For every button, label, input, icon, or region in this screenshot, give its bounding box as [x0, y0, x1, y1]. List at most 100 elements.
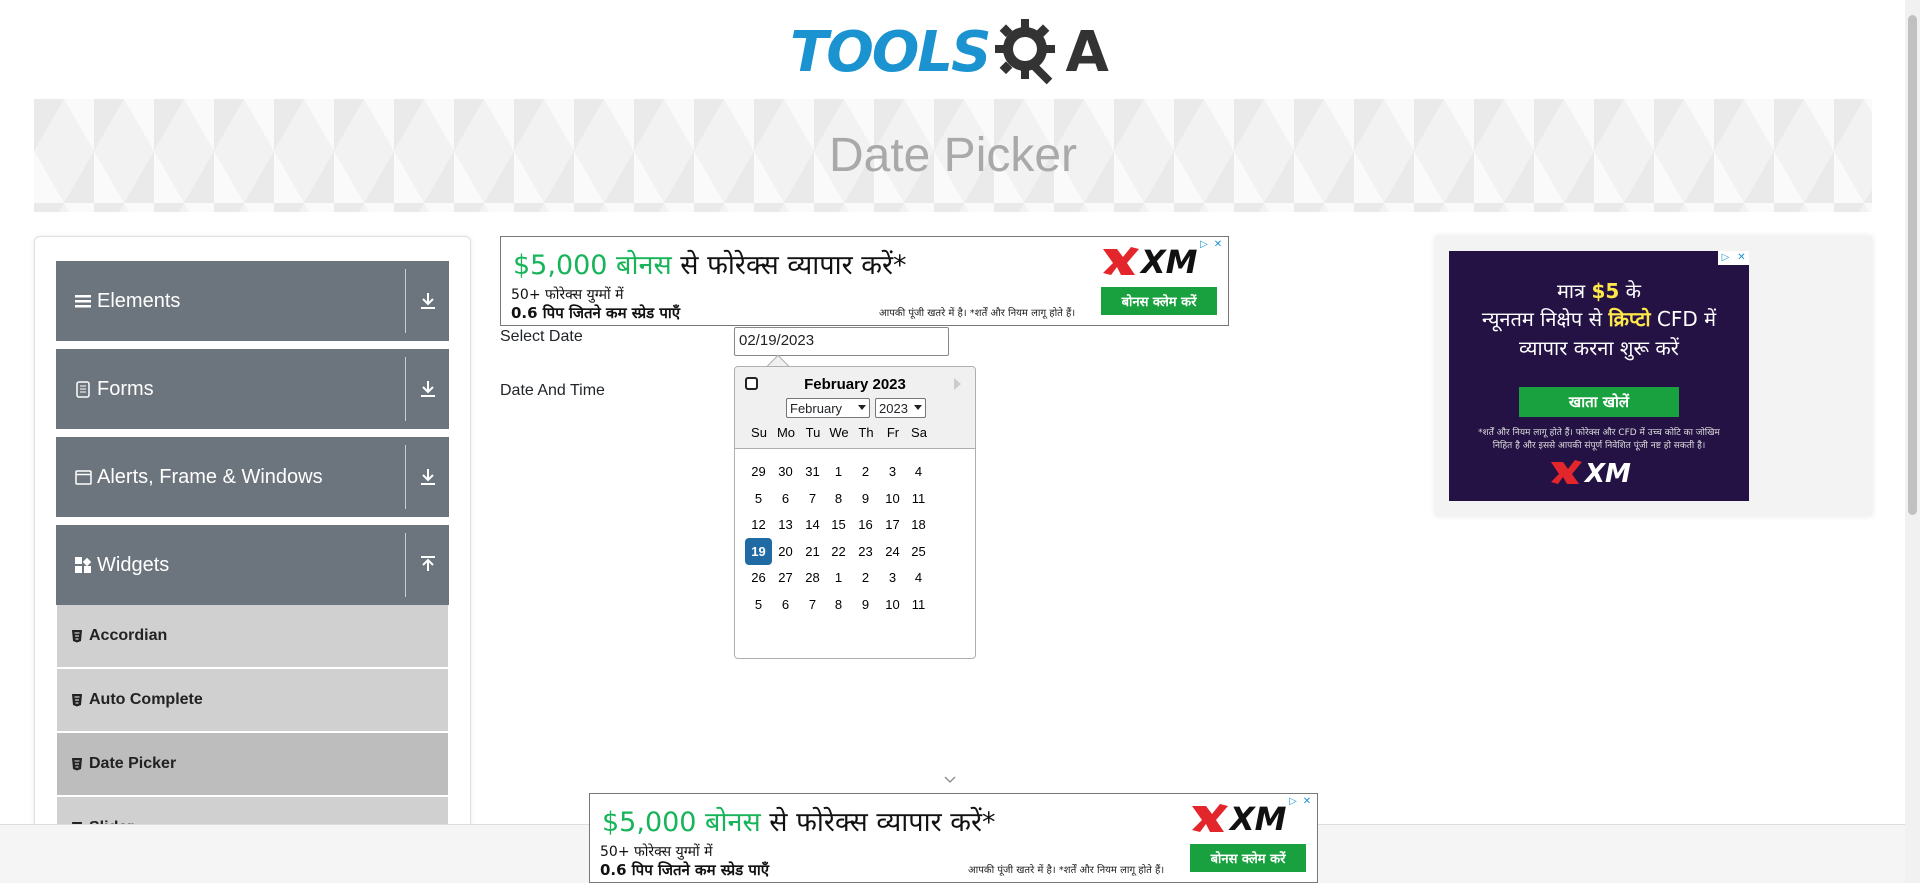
adchoices-icon[interactable]: ▷: [1287, 795, 1299, 808]
calendar-day[interactable]: 3: [879, 458, 906, 485]
adchoices-icon[interactable]: ▷: [1718, 251, 1733, 265]
calendar-day[interactable]: 9: [852, 485, 879, 512]
calendar-day[interactable]: 25: [905, 538, 932, 565]
calendar-day[interactable]: 12: [745, 511, 772, 538]
calendar-day[interactable]: 4: [905, 564, 932, 591]
calendar-day[interactable]: 15: [825, 511, 852, 538]
ad-choices[interactable]: ▷ ✕: [1287, 795, 1315, 809]
page-banner: Date Picker: [34, 99, 1872, 212]
calendar-day[interactable]: 8: [825, 485, 852, 512]
xm-logo: XM: [1551, 459, 1631, 487]
ad-headline: $5,000 बोनस से फोरेक्स व्यापार करें*: [602, 807, 996, 838]
ad-claim-button[interactable]: बोनस क्लेम करें: [1190, 844, 1306, 872]
sidebar-group-label: Widgets: [97, 553, 170, 576]
calendar-day[interactable]: 5: [745, 485, 772, 512]
svg-text:XM: XM: [1139, 243, 1198, 279]
close-icon[interactable]: ✕: [1301, 795, 1313, 808]
calendar-day[interactable]: 11: [905, 485, 932, 512]
calendar-day[interactable]: 8: [825, 591, 852, 618]
close-icon[interactable]: ✕: [1734, 251, 1749, 265]
divider: [405, 533, 406, 597]
calendar-day[interactable]: 13: [772, 511, 799, 538]
adchoices-icon[interactable]: ▷: [1198, 238, 1210, 251]
logo-text-a: A: [1065, 19, 1109, 85]
chevron-down-icon: [858, 405, 866, 410]
document-icon: [73, 379, 93, 399]
sidebar-panel: Elements Forms Alerts, Frame & Windows W…: [34, 236, 471, 883]
window-icon: [73, 467, 93, 487]
calendar-day[interactable]: 6: [772, 485, 799, 512]
calendar-day[interactable]: 20: [772, 538, 799, 565]
calendar-day[interactable]: 18: [905, 511, 932, 538]
right-ad-choices[interactable]: ▷ ✕: [1718, 251, 1749, 265]
scrollbar-thumb[interactable]: [1908, 15, 1917, 515]
date-and-time-label: Date And Time: [500, 382, 605, 399]
sidebar-group-widgets[interactable]: Widgets: [56, 525, 449, 605]
html5-icon: [72, 694, 82, 707]
calendar-day[interactable]: 10: [879, 591, 906, 618]
ad-banner-bottom[interactable]: $5,000 बोनस से फोरेक्स व्यापार करें* 50+…: [589, 793, 1318, 883]
calendar-day[interactable]: 19: [745, 538, 772, 565]
calendar-day[interactable]: 1: [825, 458, 852, 485]
ad-banner-top[interactable]: $5,000 बोनस से फोरेक्स व्यापार करें* 50+…: [500, 236, 1229, 326]
sidebar-item-auto-complete[interactable]: Auto Complete: [57, 669, 448, 731]
ad-claim-button[interactable]: बोनस क्लेम करें: [1101, 287, 1217, 315]
calendar-day[interactable]: 10: [879, 485, 906, 512]
calendar-day[interactable]: 7: [799, 485, 826, 512]
date-input[interactable]: 02/19/2023: [734, 327, 949, 356]
calendar-day[interactable]: 1: [825, 564, 852, 591]
sidebar-group-alerts[interactable]: Alerts, Frame & Windows: [56, 437, 449, 517]
close-icon[interactable]: ✕: [1212, 238, 1224, 251]
right-ad-banner[interactable]: मात्र $5 के न्यूनतम निक्षेप से क्रिप्टो …: [1449, 251, 1749, 501]
sidebar-item-label: Auto Complete: [89, 691, 203, 708]
download-arrow-icon[interactable]: [417, 465, 439, 489]
toolsqa-logo[interactable]: TOOLS A: [790, 14, 1120, 90]
page-scrollbar[interactable]: [1905, 0, 1920, 883]
sidebar-group-label: Elements: [97, 289, 181, 312]
calendar-day[interactable]: 31: [799, 458, 826, 485]
calendar-day[interactable]: 11: [905, 591, 932, 618]
sidebar-group-elements[interactable]: Elements: [56, 261, 449, 341]
ad-risk-text: आपकी पूंजी खतरे में है। *शर्तें और नियम …: [879, 308, 1076, 319]
calendar-day[interactable]: 5: [745, 591, 772, 618]
month-select[interactable]: February: [786, 398, 870, 418]
hamburger-icon: [73, 291, 93, 311]
download-arrow-icon[interactable]: [417, 289, 439, 313]
ad-line-bold: 0.6 पिप जितने कम स्प्रेड पाएँ: [511, 304, 681, 322]
ad-choices[interactable]: ▷ ✕: [1198, 238, 1226, 252]
sidebar-item-label: Accordian: [89, 627, 168, 644]
sidebar-item-accordian[interactable]: Accordian: [57, 605, 448, 667]
upload-arrow-icon[interactable]: [417, 553, 439, 577]
calendar-day[interactable]: 3: [879, 564, 906, 591]
open-account-button[interactable]: खाता खोलें: [1519, 387, 1679, 417]
calendar-day[interactable]: 14: [799, 511, 826, 538]
select-date-label: Select Date: [500, 328, 583, 345]
calendar-day[interactable]: 22: [825, 538, 852, 565]
sidebar-group-forms[interactable]: Forms: [56, 349, 449, 429]
calendar-day[interactable]: 23: [852, 538, 879, 565]
calendar-day[interactable]: 17: [879, 511, 906, 538]
calendar-day[interactable]: 9: [852, 591, 879, 618]
calendar-day[interactable]: 21: [799, 538, 826, 565]
calendar-day[interactable]: 16: [852, 511, 879, 538]
calendar-day[interactable]: 28: [799, 564, 826, 591]
widgets-grid-icon: [73, 555, 93, 575]
calendar-day[interactable]: 24: [879, 538, 906, 565]
weekday-header: Sa: [911, 425, 927, 440]
logo-text-tools: TOOLS: [790, 19, 991, 85]
page-title: Date Picker: [828, 129, 1078, 182]
year-select[interactable]: 2023: [875, 398, 926, 418]
calendar-day[interactable]: 26: [745, 564, 772, 591]
calendar-day[interactable]: 2: [852, 458, 879, 485]
calendar-day[interactable]: 4: [905, 458, 932, 485]
calendar-day[interactable]: 2: [852, 564, 879, 591]
download-arrow-icon[interactable]: [417, 377, 439, 401]
calendar-day[interactable]: 29: [745, 458, 772, 485]
calendar-day[interactable]: 7: [799, 591, 826, 618]
next-month-button[interactable]: [954, 378, 961, 390]
calendar-day[interactable]: 6: [772, 591, 799, 618]
svg-text:XM: XM: [1228, 800, 1287, 836]
sidebar-item-date-picker[interactable]: Date Picker: [57, 733, 448, 795]
calendar-day[interactable]: 27: [772, 564, 799, 591]
calendar-day[interactable]: 30: [772, 458, 799, 485]
